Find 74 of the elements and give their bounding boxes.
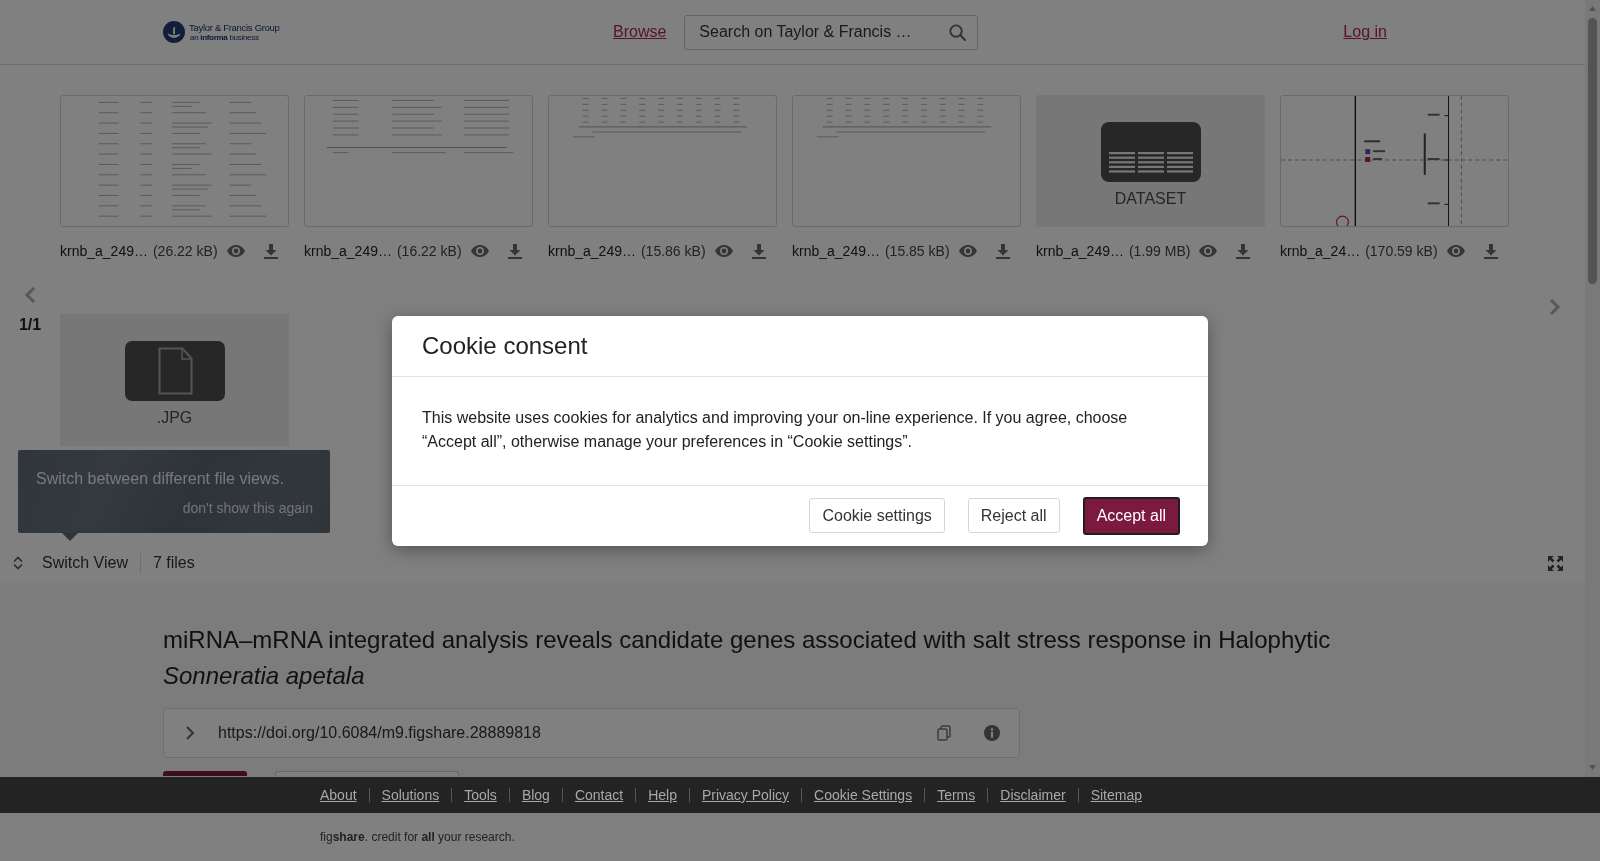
download-icon[interactable] bbox=[263, 243, 278, 259]
download-icon[interactable] bbox=[1236, 243, 1251, 259]
page-indicator: 1/1 bbox=[18, 316, 42, 334]
footer-link[interactable]: Sitemap bbox=[1090, 787, 1142, 803]
article-title: miRNA–mRNA integrated analysis reveals candidate genes associated with salt stress response in Halophytic Sonneratia apetala bbox=[163, 625, 1332, 691]
file-name: krnb_a_249… bbox=[60, 243, 148, 259]
file-count: 7 files bbox=[152, 554, 195, 572]
search-field[interactable]: Search on Taylor & Francis … bbox=[684, 14, 979, 50]
table-thumbnail[interactable] bbox=[60, 95, 289, 227]
dialog-title: Cookie consent bbox=[422, 331, 588, 360]
file-name: krnb_a_249… bbox=[1036, 243, 1124, 259]
eye-icon[interactable] bbox=[1446, 245, 1465, 257]
eye-icon[interactable] bbox=[714, 245, 733, 257]
fullscreen-icon[interactable] bbox=[1548, 555, 1563, 571]
file-size: (170.59 kB) bbox=[1365, 243, 1438, 259]
file-size: (15.85 kB) bbox=[884, 243, 950, 259]
footer-tagline: figshare. credit for all your research. bbox=[320, 830, 515, 844]
footer-link[interactable]: About bbox=[320, 787, 357, 803]
plot-thumbnail[interactable] bbox=[1280, 95, 1509, 227]
footer-link[interactable]: Help bbox=[648, 787, 677, 803]
file-name: krnb_a_249… bbox=[304, 243, 392, 259]
file-size: (1.99 MB) bbox=[1128, 243, 1191, 259]
chevron-left-icon[interactable] bbox=[24, 286, 36, 304]
footer-link[interactable]: Solutions bbox=[381, 787, 440, 803]
logo-icon[interactable] bbox=[163, 21, 185, 43]
table-icon bbox=[1100, 122, 1201, 182]
tooltip-text: Switch between different file views. bbox=[36, 470, 285, 488]
file-name: krnb_a_249… bbox=[548, 243, 636, 259]
footer-link[interactable]: Cookie Settings bbox=[814, 787, 913, 803]
footer-link[interactable]: Privacy Policy bbox=[701, 787, 790, 803]
switch-view-button[interactable]: Switch View bbox=[42, 554, 128, 572]
footer-link[interactable]: Blog bbox=[521, 787, 550, 803]
info-icon[interactable] bbox=[984, 725, 1000, 741]
file-size: (26.22 kB) bbox=[152, 243, 218, 259]
download-icon[interactable] bbox=[751, 243, 766, 259]
document-icon bbox=[124, 341, 225, 401]
footer-link[interactable]: Tools bbox=[464, 787, 497, 803]
copy-icon[interactable] bbox=[937, 725, 951, 741]
table-thumbnail[interactable] bbox=[792, 95, 1021, 227]
footer-link[interactable]: Contact bbox=[574, 787, 624, 803]
eye-icon[interactable] bbox=[226, 245, 245, 257]
dataset-label: DATASET bbox=[1114, 190, 1187, 208]
dialog-button[interactable]: Cookie settings bbox=[809, 498, 945, 533]
scrollbar[interactable] bbox=[1585, 0, 1600, 777]
table-thumbnail[interactable] bbox=[548, 95, 777, 227]
login-link[interactable]: Log in bbox=[1343, 23, 1387, 41]
search-icon[interactable] bbox=[949, 23, 967, 41]
logo-tagline: an informa business bbox=[190, 33, 260, 42]
eye-icon[interactable] bbox=[958, 245, 977, 257]
dialog-button[interactable]: Reject all bbox=[967, 498, 1060, 533]
download-icon[interactable] bbox=[995, 243, 1010, 259]
table-thumbnail[interactable] bbox=[304, 95, 533, 227]
dialog-button[interactable]: Accept all bbox=[1082, 496, 1180, 535]
download-icon[interactable] bbox=[507, 243, 522, 259]
up-down-chevron-icon[interactable] bbox=[12, 556, 24, 570]
dialog-text: This website uses cookies for analytics and improving your on-line experience. If you agree, choose “Accept all”, otherwise manage your preferences in “Cookie settings”. bbox=[422, 407, 1129, 452]
download-icon[interactable] bbox=[1483, 243, 1498, 259]
file-name: krnb_a_249… bbox=[792, 243, 880, 259]
eye-icon[interactable] bbox=[470, 245, 489, 257]
footer-link[interactable]: Terms bbox=[937, 787, 976, 803]
tooltip-pointer-icon bbox=[62, 533, 78, 541]
chevron-right-icon[interactable] bbox=[1549, 298, 1561, 316]
chevron-right-icon[interactable] bbox=[185, 725, 195, 741]
file-type-label: .JPG bbox=[156, 409, 193, 427]
file-card[interactable]: .JPG bbox=[60, 314, 289, 446]
logo-name: Taylor & Francis Group bbox=[189, 22, 280, 33]
file-name: krnb_a_24… bbox=[1280, 243, 1361, 259]
doi-link[interactable]: https://doi.org/10.6084/m9.figshare.28889818 bbox=[218, 724, 541, 742]
footer-link[interactable]: Disclaimer bbox=[1000, 787, 1066, 803]
eye-icon[interactable] bbox=[1199, 245, 1218, 257]
file-size: (15.86 kB) bbox=[640, 243, 706, 259]
browse-link[interactable]: Browse bbox=[613, 23, 667, 41]
dataset-card[interactable]: DATASET bbox=[1036, 95, 1265, 227]
file-size: (16.22 kB) bbox=[396, 243, 462, 259]
